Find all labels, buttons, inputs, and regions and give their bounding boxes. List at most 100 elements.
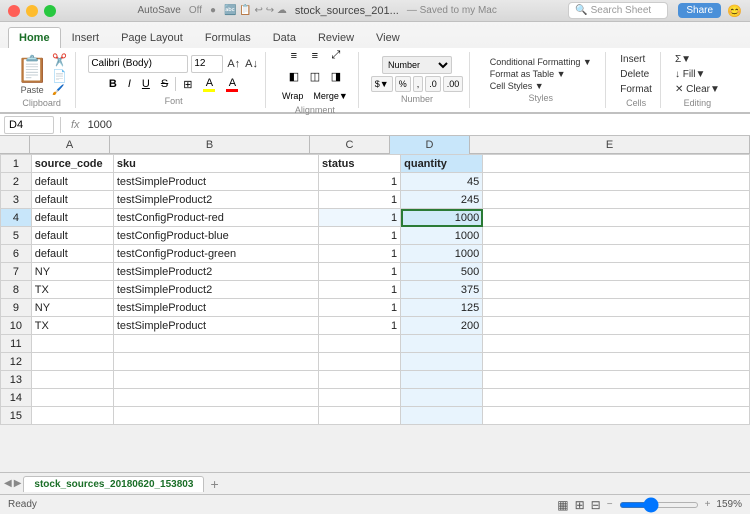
cell-col-d[interactable]: 200 [401,317,483,335]
delete-cells-button[interactable]: Delete [618,68,654,81]
paste-button[interactable]: 📋 Paste [16,54,48,95]
merge-cells-button[interactable]: Merge▼ [309,89,351,103]
cell-col-e[interactable] [483,263,750,281]
zoom-plus-icon[interactable]: + [705,499,711,510]
normal-view-button[interactable]: ▦ [557,498,568,512]
cell-col-d[interactable] [401,335,483,353]
sheet-tab-active[interactable]: stock_sources_20180620_153803 [23,476,204,492]
font-family-input[interactable] [88,55,188,73]
clear-button[interactable]: ✕ Clear▼ [673,83,722,96]
cell-col-d[interactable] [401,353,483,371]
cell-col-d[interactable]: 45 [401,173,483,191]
add-sheet-button[interactable]: + [206,476,222,492]
cell-col-b[interactable] [113,389,318,407]
cell-col-b[interactable]: testSimpleProduct [113,299,318,317]
cell-col-d[interactable]: 1000 [401,245,483,263]
cell-col-a[interactable] [31,389,113,407]
tab-view[interactable]: View [365,27,411,48]
cell-col-d[interactable] [401,371,483,389]
font-grow-button[interactable]: A↑ [226,58,241,70]
cell-col-a[interactable]: TX [31,281,113,299]
cell-col-a[interactable]: default [31,227,113,245]
cell-col-d[interactable]: 500 [401,263,483,281]
cell-col-b[interactable]: testConfigProduct-blue [113,227,318,245]
cell-col-b[interactable]: testConfigProduct-green [113,245,318,263]
cell-col-c[interactable]: 1 [319,173,401,191]
strikethrough-button[interactable]: S [157,76,172,92]
align-top-left-button[interactable]: ≡ [284,46,304,66]
cell-col-a[interactable]: default [31,245,113,263]
cell-col-b[interactable]: testSimpleProduct [113,173,318,191]
cut-icon[interactable]: ✂️ [52,53,67,67]
cell-col-c[interactable]: 1 [319,227,401,245]
italic-button[interactable]: I [124,76,135,92]
cell-col-e[interactable] [483,173,750,191]
cell-col-b[interactable]: testSimpleProduct [113,317,318,335]
cell-col-a[interactable]: NY [31,299,113,317]
cell-col-b[interactable] [113,353,318,371]
formula-input[interactable] [88,119,746,131]
cell-col-c[interactable]: 1 [319,299,401,317]
cell-col-e[interactable] [483,353,750,371]
format-cells-button[interactable]: Format [618,83,654,96]
page-break-view-button[interactable]: ⊟ [591,498,601,512]
percent-button[interactable]: % [395,76,411,92]
cell-col-c[interactable] [319,407,401,425]
cell-col-e[interactable] [483,371,750,389]
fill-button[interactable]: ↓ Fill▼ [673,68,722,81]
align-center-button[interactable]: ◫ [305,67,325,87]
cell-col-b[interactable]: testSimpleProduct2 [113,263,318,281]
align-right-button[interactable]: ◨ [326,67,346,87]
fill-color-button[interactable]: A [199,75,219,94]
cell-col-a[interactable] [31,371,113,389]
cell-col-c[interactable] [319,353,401,371]
cell-col-e[interactable] [483,227,750,245]
maximize-button[interactable] [44,5,56,17]
cell-col-c[interactable] [319,371,401,389]
search-box[interactable]: 🔍 Search Sheet [568,2,668,19]
col-header-b[interactable]: B [110,136,310,154]
cell-col-c[interactable]: 1 [319,317,401,335]
col-header-a[interactable]: A [30,136,110,154]
increase-decimal-button[interactable]: .00 [443,76,464,92]
col-header-c[interactable]: C [310,136,390,154]
cell-col-e[interactable] [483,317,750,335]
cell-col-c[interactable]: 1 [319,191,401,209]
conditional-formatting-button[interactable]: Conditional Formatting ▼ [490,57,592,67]
font-size-input[interactable] [191,55,223,73]
tab-formulas[interactable]: Formulas [194,27,262,48]
underline-button[interactable]: U [138,76,154,92]
cell-col-a[interactable]: source_code [31,155,113,173]
cell-col-a[interactable]: default [31,173,113,191]
comma-button[interactable]: , [413,76,424,92]
cell-col-d[interactable]: 1000 [401,227,483,245]
cell-col-e[interactable] [483,155,750,173]
cell-col-d[interactable]: 245 [401,191,483,209]
border-button[interactable]: ⊞ [179,76,196,93]
cell-col-e[interactable] [483,335,750,353]
copy-icon[interactable]: 📄 [52,69,67,83]
zoom-minus-icon[interactable]: − [607,499,613,510]
close-button[interactable] [8,5,20,17]
cell-col-c[interactable]: 1 [319,209,401,227]
sheet-prev-button[interactable]: ◀ [4,478,12,489]
zoom-slider[interactable] [619,502,699,508]
cell-col-d[interactable]: 1000 [401,209,483,227]
cell-col-e[interactable] [483,407,750,425]
number-format-select[interactable]: Number General Currency Percentage [382,56,452,74]
insert-cells-button[interactable]: Insert [618,53,654,66]
sheet-next-button[interactable]: ▶ [14,478,22,489]
col-header-d[interactable]: D [390,136,470,154]
format-painter-icon[interactable]: 🖌️ [52,85,67,96]
align-top-right-button[interactable]: ⤢ [326,46,346,66]
cell-col-a[interactable] [31,407,113,425]
cell-col-c[interactable]: status [319,155,401,173]
cell-col-a[interactable]: default [31,191,113,209]
tab-home[interactable]: Home [8,27,61,48]
tab-page-layout[interactable]: Page Layout [110,27,194,48]
decrease-decimal-button[interactable]: .0 [425,76,441,92]
cell-col-e[interactable] [483,245,750,263]
cell-col-e[interactable] [483,389,750,407]
align-left-button[interactable]: ◧ [284,67,304,87]
cell-col-a[interactable] [31,353,113,371]
